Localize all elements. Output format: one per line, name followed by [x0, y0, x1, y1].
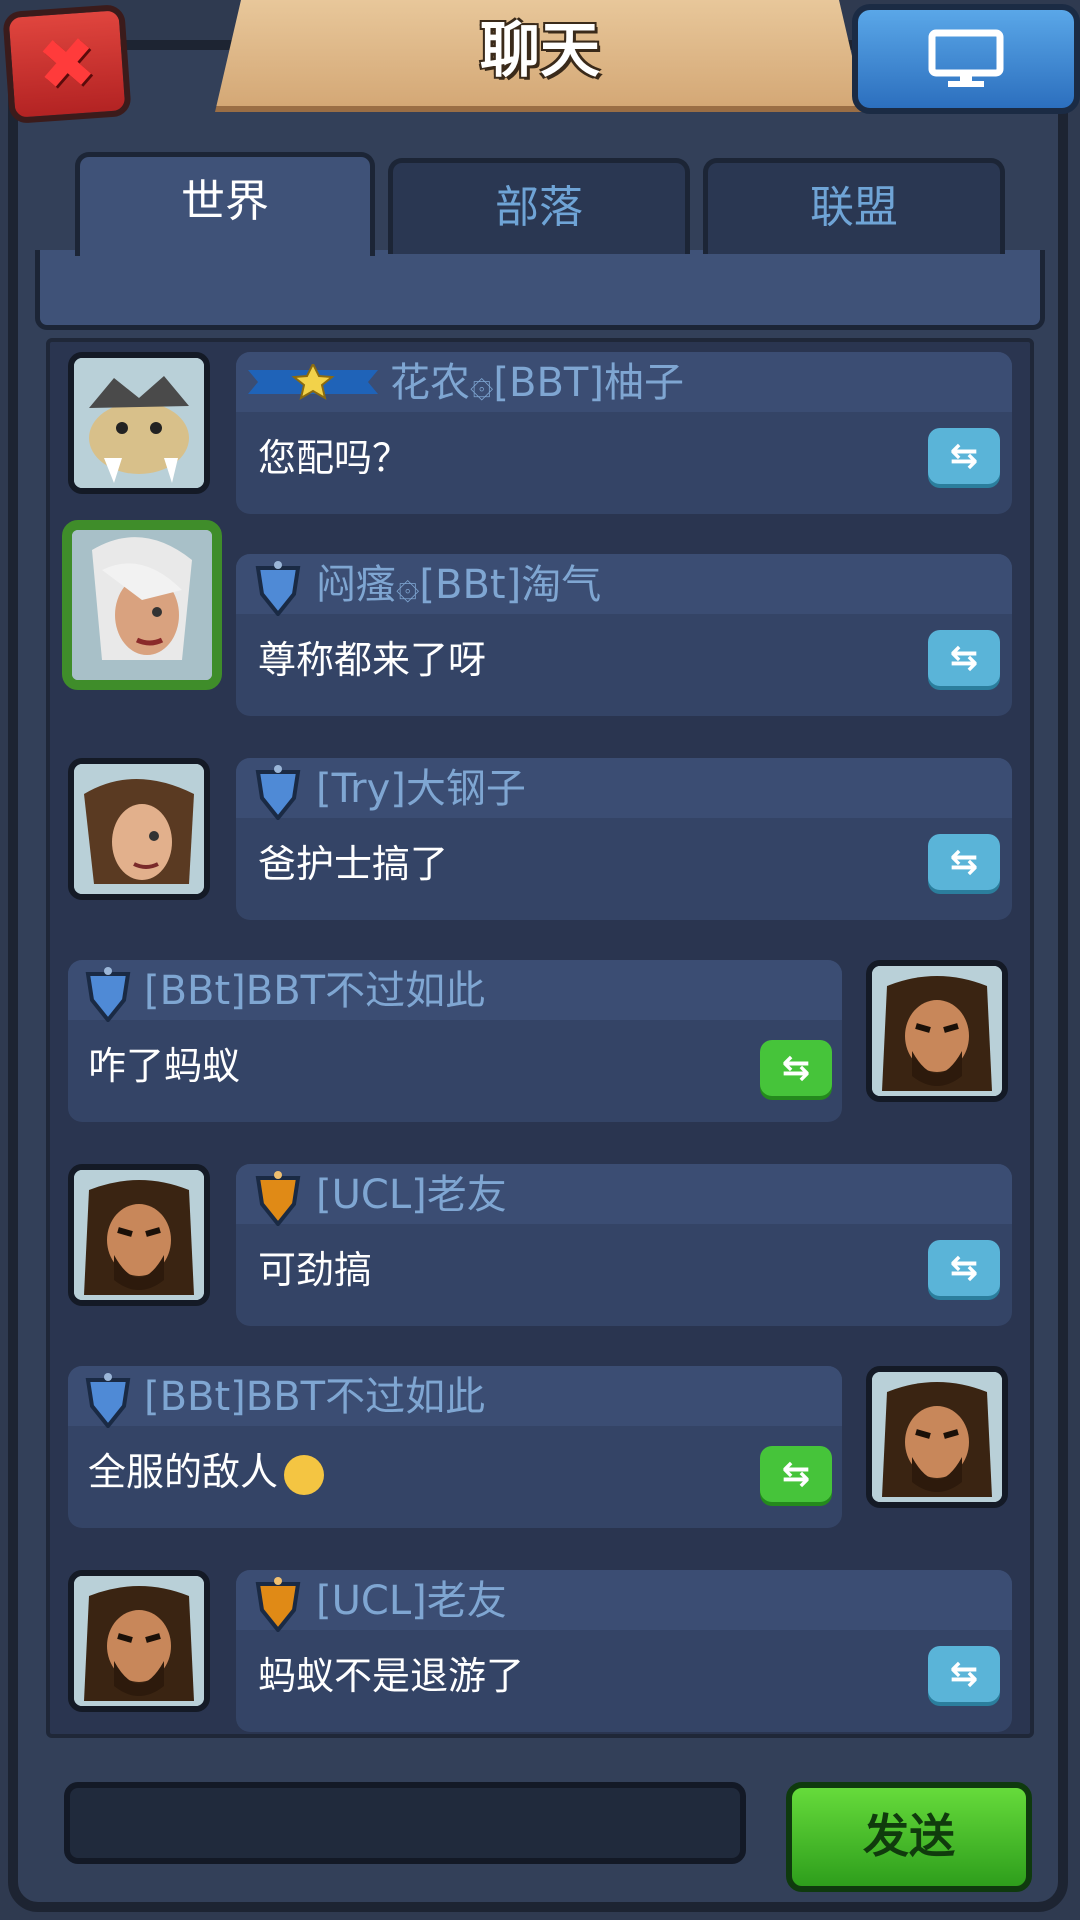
swap-arrows-icon: ⇆ [781, 1048, 811, 1088]
star-ribbon-icon [248, 364, 378, 400]
sender-name[interactable]: [UCL]老友 [316, 1170, 507, 1220]
chat-window: 聊天 ✖ 世界 部落 联盟 花农۞[BBT]柚子 您配吗？ ⇆ 闷瘙۞[BBt]… [0, 0, 1080, 1920]
page-title: 聊天 [480, 16, 600, 86]
message-input[interactable] [64, 1782, 746, 1864]
sender-name[interactable]: 花农۞[BBT]柚子 [390, 358, 684, 408]
avatar[interactable] [68, 1570, 210, 1712]
close-icon: ✖ [34, 21, 100, 107]
monitor-icon [928, 29, 1004, 87]
tab-bar: 世界 部落 联盟 [35, 152, 1045, 330]
girl-avatar-icon [74, 764, 204, 894]
message-text: 爸护士搞了 [258, 842, 449, 886]
translate-button[interactable]: ⇆ [928, 834, 1000, 890]
translate-button[interactable]: ⇆ [928, 630, 1000, 686]
tab-strip [35, 250, 1045, 330]
avatar[interactable] [68, 1164, 210, 1306]
blue-shield-icon [85, 967, 131, 1022]
swap-arrows-icon: ⇆ [949, 1654, 979, 1694]
swap-arrows-icon: ⇆ [949, 436, 979, 476]
swap-arrows-icon: ⇆ [949, 1248, 979, 1288]
message-bubble: [BBt]BBT不过如此 全服的敌人 ⇆ [68, 1366, 842, 1528]
avatar[interactable] [866, 1366, 1008, 1508]
girl-avatar-icon [72, 530, 212, 680]
avatar[interactable] [866, 960, 1008, 1102]
tab-alliance[interactable]: 联盟 [703, 158, 1005, 254]
barbarian-avatar-icon [74, 1576, 204, 1706]
message-text-content: 全服的敌人 [88, 1450, 279, 1494]
swap-arrows-icon: ⇆ [949, 638, 979, 678]
swap-arrows-icon: ⇆ [781, 1454, 811, 1494]
message-bubble: 闷瘙۞[BBt]淘气 尊称都来了呀 ⇆ [236, 554, 1012, 716]
sender-name[interactable]: [Try]大钢子 [316, 764, 526, 814]
message-text: 可劲搞 [258, 1248, 373, 1292]
translate-button[interactable]: ⇆ [928, 1240, 1000, 1296]
barbarian-avatar-icon [872, 966, 1002, 1096]
message-text: 蚂蚁不是退游了 [258, 1654, 525, 1698]
blue-shield-icon [255, 561, 301, 616]
translate-button[interactable]: ⇆ [760, 1040, 832, 1096]
message-text: 尊称都来了呀 [258, 638, 487, 682]
screen-toggle-button[interactable] [852, 4, 1080, 114]
message-bubble: [BBt]BBT不过如此 咋了蚂蚁 ⇆ [68, 960, 842, 1122]
message-bubble: [UCL]老友 可劲搞 ⇆ [236, 1164, 1012, 1326]
tab-clan[interactable]: 部落 [388, 158, 690, 254]
blue-shield-icon [255, 765, 301, 820]
message-bubble: [UCL]老友 蚂蚁不是退游了 ⇆ [236, 1570, 1012, 1732]
message-text: 咋了蚂蚁 [88, 1044, 241, 1088]
sender-name[interactable]: [BBt]BBT不过如此 [144, 966, 485, 1016]
swap-arrows-icon: ⇆ [949, 842, 979, 882]
message-bubble: 花农۞[BBT]柚子 您配吗？ ⇆ [236, 352, 1012, 514]
close-button[interactable]: ✖ [2, 3, 132, 125]
translate-button[interactable]: ⇆ [928, 1646, 1000, 1702]
blue-shield-icon [85, 1373, 131, 1428]
message-text: 您配吗？ [258, 436, 411, 480]
message-bubble: [Try]大钢子 爸护士搞了 ⇆ [236, 758, 1012, 920]
avatar[interactable] [68, 758, 210, 900]
orange-shield-icon [255, 1577, 301, 1632]
translate-button[interactable]: ⇆ [928, 428, 1000, 484]
sad-face-icon [284, 1454, 325, 1495]
barbarian-avatar-icon [74, 1170, 204, 1300]
tab-world[interactable]: 世界 [75, 152, 375, 256]
send-button[interactable]: 发送 [786, 1782, 1032, 1892]
beast-avatar-icon [74, 358, 204, 488]
avatar[interactable] [62, 520, 222, 690]
sender-name[interactable]: [UCL]老友 [316, 1576, 507, 1626]
sender-name[interactable]: [BBt]BBT不过如此 [144, 1372, 485, 1422]
barbarian-avatar-icon [872, 1372, 1002, 1502]
message-text: 全服的敌人 [88, 1444, 325, 1500]
orange-shield-icon [255, 1171, 301, 1226]
avatar[interactable] [68, 352, 210, 494]
translate-button[interactable]: ⇆ [760, 1446, 832, 1502]
sender-name[interactable]: 闷瘙۞[BBt]淘气 [316, 560, 601, 610]
